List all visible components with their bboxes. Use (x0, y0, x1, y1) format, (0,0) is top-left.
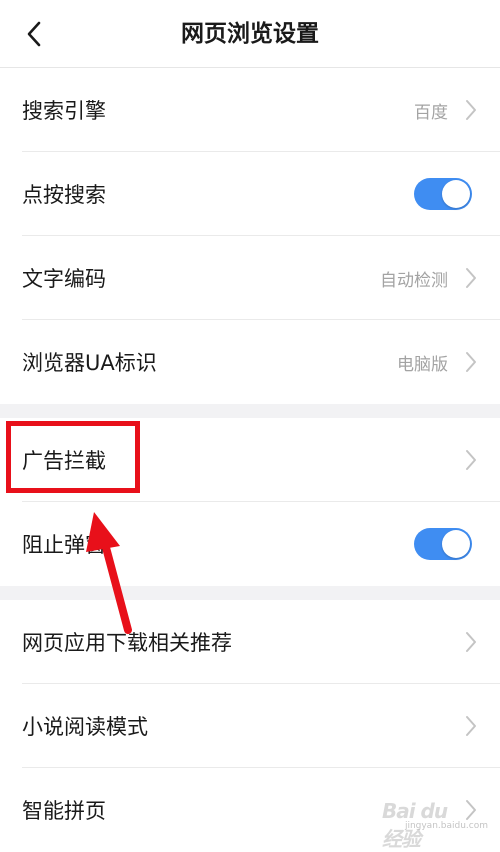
row-novel-reading-mode[interactable]: 小说阅读模式 (0, 684, 500, 768)
row-label: 浏览器UA标识 (22, 351, 157, 375)
chevron-right-icon (466, 352, 476, 372)
row-block-popups: 阻止弹窗 (0, 502, 500, 586)
row-app-download-recommend[interactable]: 网页应用下载相关推荐 (0, 600, 500, 684)
header-bar: 网页浏览设置 (0, 0, 500, 68)
row-label: 智能拼页 (22, 799, 106, 823)
section-divider (0, 586, 500, 600)
row-label: 点按搜索 (22, 183, 106, 207)
row-text-encoding[interactable]: 文字编码 自动检测 (0, 236, 500, 320)
tap-search-toggle[interactable] (414, 178, 472, 210)
back-button[interactable] (14, 14, 54, 54)
row-label: 阻止弹窗 (22, 533, 106, 557)
section-divider (0, 404, 500, 418)
row-value: 百度 (414, 102, 448, 123)
settings-group-blocking: 广告拦截 阻止弹窗 (0, 418, 500, 586)
row-search-engine[interactable]: 搜索引擎 百度 (0, 68, 500, 152)
row-label: 广告拦截 (22, 449, 106, 473)
row-label: 文字编码 (22, 267, 106, 291)
row-value: 自动检测 (380, 270, 448, 291)
chevron-left-icon (27, 21, 41, 47)
page-title: 网页浏览设置 (181, 21, 319, 47)
chevron-right-icon (466, 268, 476, 288)
row-label: 搜索引擎 (22, 99, 106, 123)
chevron-right-icon (466, 716, 476, 736)
settings-group-general: 搜索引擎 百度 点按搜索 文字编码 自动检测 浏览器UA标识 电脑版 (0, 68, 500, 404)
row-ad-block[interactable]: 广告拦截 (0, 418, 500, 502)
row-value: 电脑版 (397, 354, 448, 375)
toggle-knob (442, 180, 470, 208)
block-popups-toggle[interactable] (414, 528, 472, 560)
chevron-right-icon (466, 632, 476, 652)
row-browser-ua[interactable]: 浏览器UA标识 电脑版 (0, 320, 500, 404)
chevron-right-icon (466, 800, 476, 820)
chevron-right-icon (466, 100, 476, 120)
row-smart-page-merge[interactable]: 智能拼页 (0, 768, 500, 852)
row-label: 小说阅读模式 (22, 715, 148, 739)
settings-group-content: 网页应用下载相关推荐 小说阅读模式 智能拼页 (0, 600, 500, 852)
toggle-knob (442, 530, 470, 558)
row-tap-search: 点按搜索 (0, 152, 500, 236)
chevron-right-icon (466, 450, 476, 470)
row-label: 网页应用下载相关推荐 (22, 631, 232, 655)
